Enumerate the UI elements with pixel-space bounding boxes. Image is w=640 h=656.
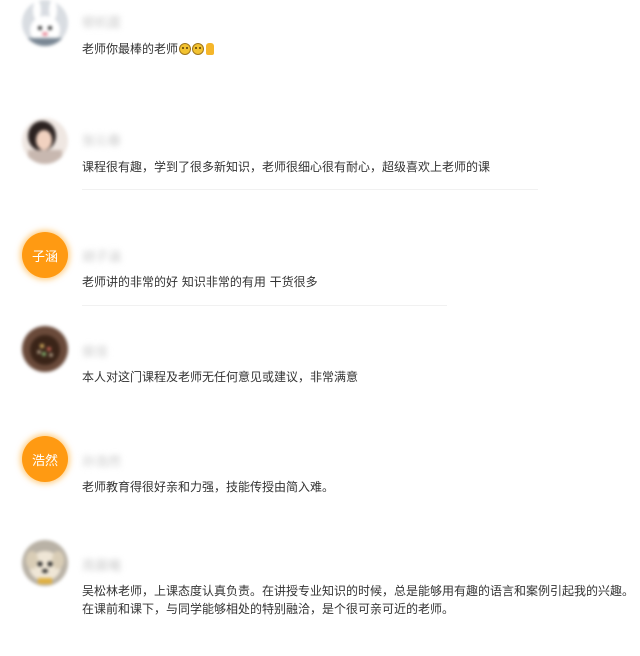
comment-text-line: 吴松林老师，上课态度认真负责。在讲授专业知识的时候，总是能够用有趣的语言和案例引…	[82, 584, 635, 598]
comment-text: 课程很有趣，学到了很多新知识，老师很细心很有耐心，超级喜欢上老师的课	[82, 160, 491, 174]
comment-text: 老师你最棒的老师	[82, 40, 638, 58]
username[interactable]: 侯佳	[82, 341, 108, 360]
avatar-initials: 浩然	[31, 453, 58, 469]
cartoon-rabbit-icon	[22, 0, 68, 46]
avatar-initials: 子涵	[31, 249, 58, 265]
comment-text: 老师讲的非常的好 知识非常的有用 干货很多	[82, 275, 318, 289]
comment-text: 老师教育得很好亲和力强，技能传授由简入难。	[82, 480, 335, 494]
comment-text: 本人对这门课程及老师无任何意见或建议，非常满意	[82, 370, 359, 384]
username[interactable]: 胡子涵	[82, 246, 121, 265]
divider	[82, 189, 538, 190]
divider	[82, 305, 447, 306]
photo-avatar-girl-icon	[22, 118, 68, 164]
avatar[interactable]: 浩然	[22, 436, 68, 482]
avatar[interactable]	[22, 118, 68, 164]
crying-face-emoji-icon	[192, 43, 205, 55]
avatar[interactable]	[22, 0, 68, 46]
username[interactable]: 周晨曦	[82, 555, 121, 574]
avatar[interactable]: 子涵	[22, 232, 68, 278]
avatar[interactable]	[22, 326, 68, 372]
comment-text: 吴松林老师，上课态度认真负责。在讲授专业知识的时候，总是能够用有趣的语言和案例引…	[82, 582, 638, 618]
comment-text-line: 在课前和课下，与同学能够相处的特别融洽，是个很可亲可近的老师。	[82, 602, 455, 616]
photo-avatar-dessert-icon	[22, 326, 68, 372]
crying-face-emoji-icon	[179, 43, 192, 55]
username[interactable]: 顿机霆	[82, 12, 121, 31]
username[interactable]: 张沁春	[82, 130, 121, 149]
avatar[interactable]	[22, 540, 68, 586]
photo-avatar-dog-icon	[22, 540, 68, 586]
thumbs-up-emoji-icon	[206, 43, 215, 55]
username[interactable]: 孙浩然	[82, 451, 121, 470]
